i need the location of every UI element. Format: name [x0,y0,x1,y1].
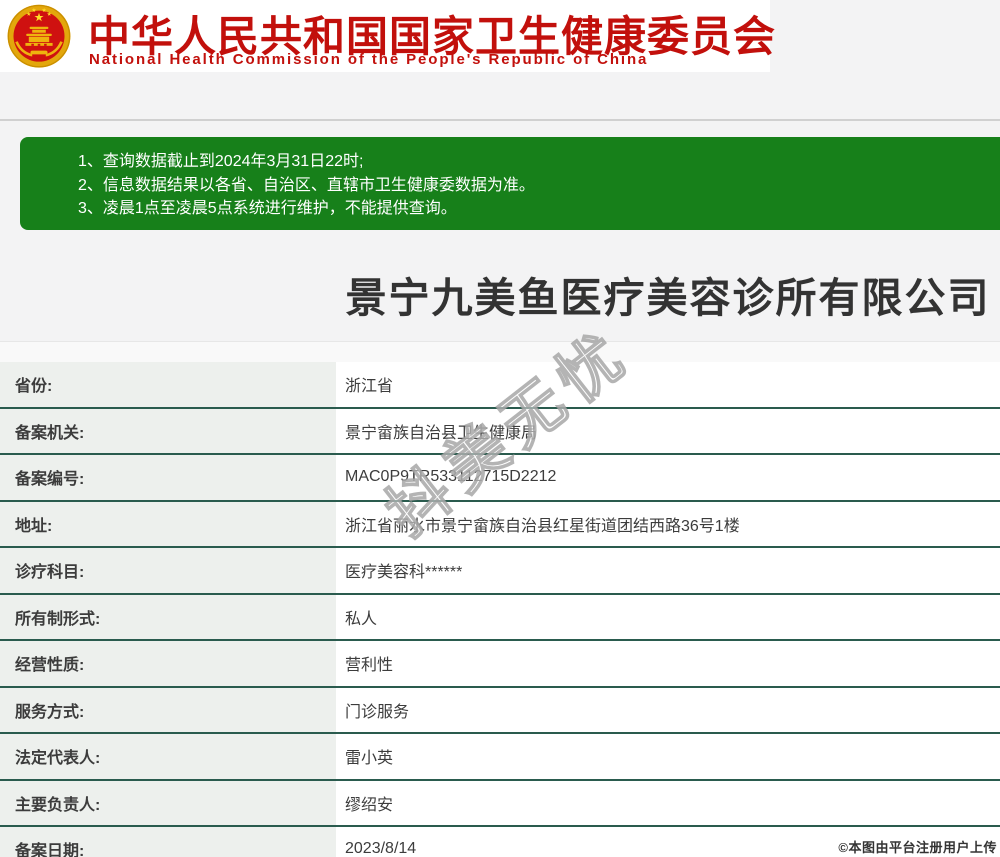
org-title-en: National Health Commission of the People… [89,51,649,68]
table-row: 备案编号: MAC0P9TR533112715D2212 [0,455,1000,502]
header-divider [0,119,1000,121]
site-header: 中华人民共和国国家卫生健康委员会 National Health Commiss… [0,0,775,72]
field-value: 营利性 [336,641,1000,686]
table-row: 主要负责人: 缪绍安 [0,780,1000,827]
table-row: 法定代表人: 雷小英 [0,734,1000,781]
field-label: 诊疗科目: [0,548,336,593]
field-value: 缪绍安 [336,780,1000,825]
field-label: 地址: [0,501,336,546]
table-row: 服务方式: 门诊服务 [0,687,1000,734]
section-divider [0,341,1000,362]
notice-line: 1、查询数据截止到2024年3月31日22时; [78,153,364,170]
upload-credit-watermark: ©本图由平台注册用户上传 [838,840,997,855]
field-label: 经营性质: [0,641,336,686]
field-value: 浙江省丽水市景宁畲族自治县红星街道团结西路36号1楼 [336,501,1000,546]
field-label: 省份: [0,362,336,407]
china-national-emblem-icon [7,4,71,68]
field-label: 服务方式: [0,687,336,732]
field-label: 主要负责人: [0,780,336,825]
field-label: 法定代表人: [0,734,336,779]
field-value: 雷小英 [336,734,1000,779]
table-row: 备案机关: 景宁畲族自治县卫生健康局 [0,408,1000,455]
notice-box: 1、查询数据截止到2024年3月31日22时; 2、信息数据结果以各省、自治区、… [20,137,1000,230]
table-row: 诊疗科目: 医疗美容科****** [0,548,1000,595]
field-value: MAC0P9TR533112715D2212 [336,455,1000,500]
institution-name-title: 景宁九美鱼医疗美容诊所有限公司 [345,275,991,321]
record-table: 省份: 浙江省 备案机关: 景宁畲族自治县卫生健康局 备案编号: MAC0P9T… [0,362,1000,857]
field-value: 浙江省 [336,362,1000,407]
notice-line: 2、信息数据结果以各省、自治区、直辖市卫生健康委数据为准。 [78,176,535,194]
field-value: 门诊服务 [336,687,1000,732]
field-value: 医疗美容科****** [336,548,1000,593]
field-label: 备案日期: [0,827,336,857]
field-label: 备案机关: [0,408,336,453]
table-row: 所有制形式: 私人 [0,594,1000,641]
field-value: 私人 [336,594,1000,639]
table-row: 经营性质: 营利性 [0,641,1000,688]
table-row: 省份: 浙江省 [0,362,1000,409]
nhc-record-query-page: 中华人民共和国国家卫生健康委员会 National Health Commiss… [0,0,1000,857]
field-label: 所有制形式: [0,594,336,639]
field-value: 景宁畲族自治县卫生健康局 [336,408,1000,453]
field-label: 备案编号: [0,455,336,500]
table-row: 地址: 浙江省丽水市景宁畲族自治县红星街道团结西路36号1楼 [0,501,1000,548]
notice-line: 3、凌晨1点至凌晨5点系统进行维护，不能提供查询。 [78,200,457,217]
